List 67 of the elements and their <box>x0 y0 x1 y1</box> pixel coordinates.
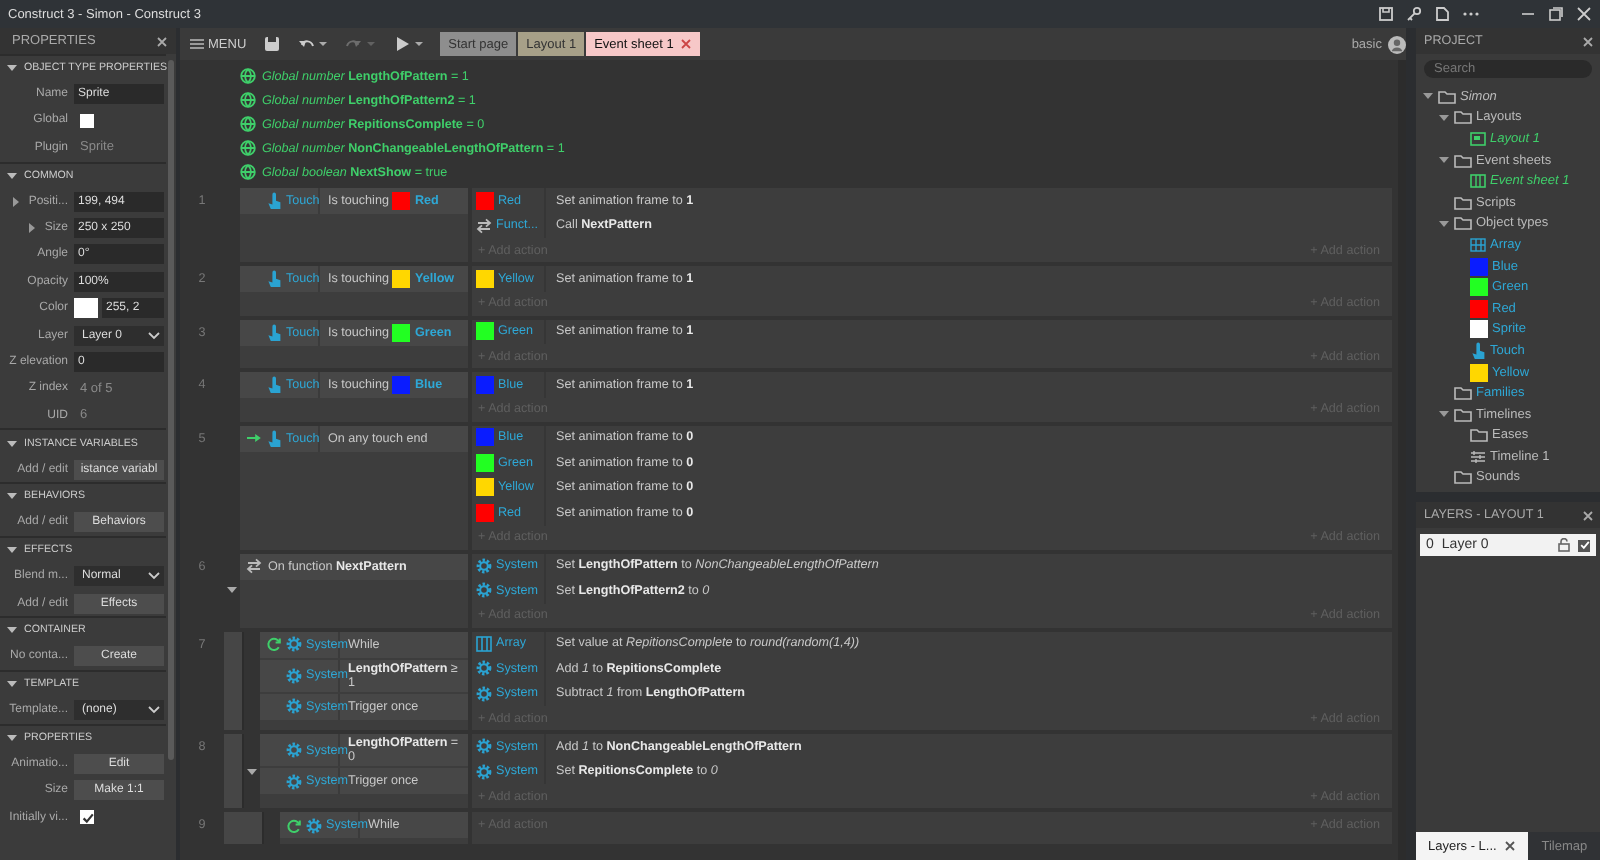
caret-icon <box>366 40 377 48</box>
save-icon <box>264 36 281 52</box>
finger-icon <box>266 192 282 210</box>
indent-bar <box>224 812 264 844</box>
globe-icon <box>240 116 256 132</box>
triangle-icon[interactable] <box>1437 111 1449 124</box>
layout-icon <box>1470 131 1486 146</box>
folder-icon <box>1454 470 1472 485</box>
triangle-icon[interactable] <box>1437 217 1449 230</box>
finger-icon <box>266 376 282 394</box>
close-icon[interactable] <box>1582 35 1594 47</box>
play-icon <box>394 36 411 52</box>
caret-icon <box>148 331 160 340</box>
redo-icon <box>346 36 363 52</box>
close-icon[interactable] <box>1582 509 1594 521</box>
menu-icon <box>190 38 204 50</box>
collapse-triangle-icon[interactable] <box>246 765 258 777</box>
triangle-icon[interactable] <box>1437 154 1449 167</box>
triangle-icon[interactable] <box>6 490 18 503</box>
loop-icon <box>266 636 282 652</box>
globe-icon <box>240 68 256 84</box>
arrow-icon <box>246 430 262 446</box>
checkbox[interactable] <box>80 113 94 128</box>
save-icon[interactable] <box>1378 6 1394 22</box>
triangle-icon[interactable] <box>6 169 18 182</box>
avatar-icon[interactable] <box>1388 35 1406 53</box>
grid-icon <box>476 635 492 652</box>
lock-icon[interactable] <box>1558 538 1570 552</box>
loop-icon <box>286 817 302 833</box>
gear-icon <box>306 817 322 833</box>
caret-icon <box>148 706 160 715</box>
globe-icon <box>240 92 256 108</box>
restore-icon[interactable] <box>1548 6 1564 22</box>
triangle-icon[interactable] <box>26 222 39 235</box>
finger-icon <box>266 323 282 341</box>
triangle-icon[interactable] <box>6 678 18 691</box>
grid-icon <box>1470 237 1486 252</box>
document-icon[interactable] <box>1434 6 1450 22</box>
checkbox[interactable] <box>80 810 94 825</box>
swap-arrows-icon <box>246 558 262 574</box>
swap-arrows-icon <box>476 217 492 234</box>
indent-bar <box>224 734 244 808</box>
triangle-icon[interactable] <box>6 437 18 450</box>
close-icon[interactable] <box>1504 840 1517 852</box>
key-icon[interactable] <box>1406 6 1422 22</box>
folder-icon <box>1454 153 1472 168</box>
finger-icon <box>266 429 282 447</box>
finger-icon <box>1470 341 1486 360</box>
close-icon[interactable] <box>156 35 168 47</box>
timeline-icon <box>1470 449 1486 464</box>
triangle-icon[interactable] <box>1437 408 1449 421</box>
triangle-icon[interactable] <box>6 731 18 744</box>
globe-icon <box>240 164 256 180</box>
undo-icon <box>298 36 315 52</box>
triangle-icon[interactable] <box>6 624 18 637</box>
caret-icon <box>318 40 329 48</box>
caret-icon <box>414 40 425 48</box>
collapse-triangle-icon[interactable] <box>226 584 238 596</box>
triangle-icon[interactable] <box>10 195 23 208</box>
indent-bar <box>224 631 244 730</box>
triangle-icon[interactable] <box>6 544 18 557</box>
globe-icon <box>240 140 256 156</box>
caret-icon <box>148 572 160 581</box>
event-sheet-icon <box>1470 174 1486 189</box>
triangle-icon[interactable] <box>1421 90 1433 103</box>
triangle-icon[interactable] <box>6 62 18 75</box>
finger-icon <box>266 270 282 288</box>
